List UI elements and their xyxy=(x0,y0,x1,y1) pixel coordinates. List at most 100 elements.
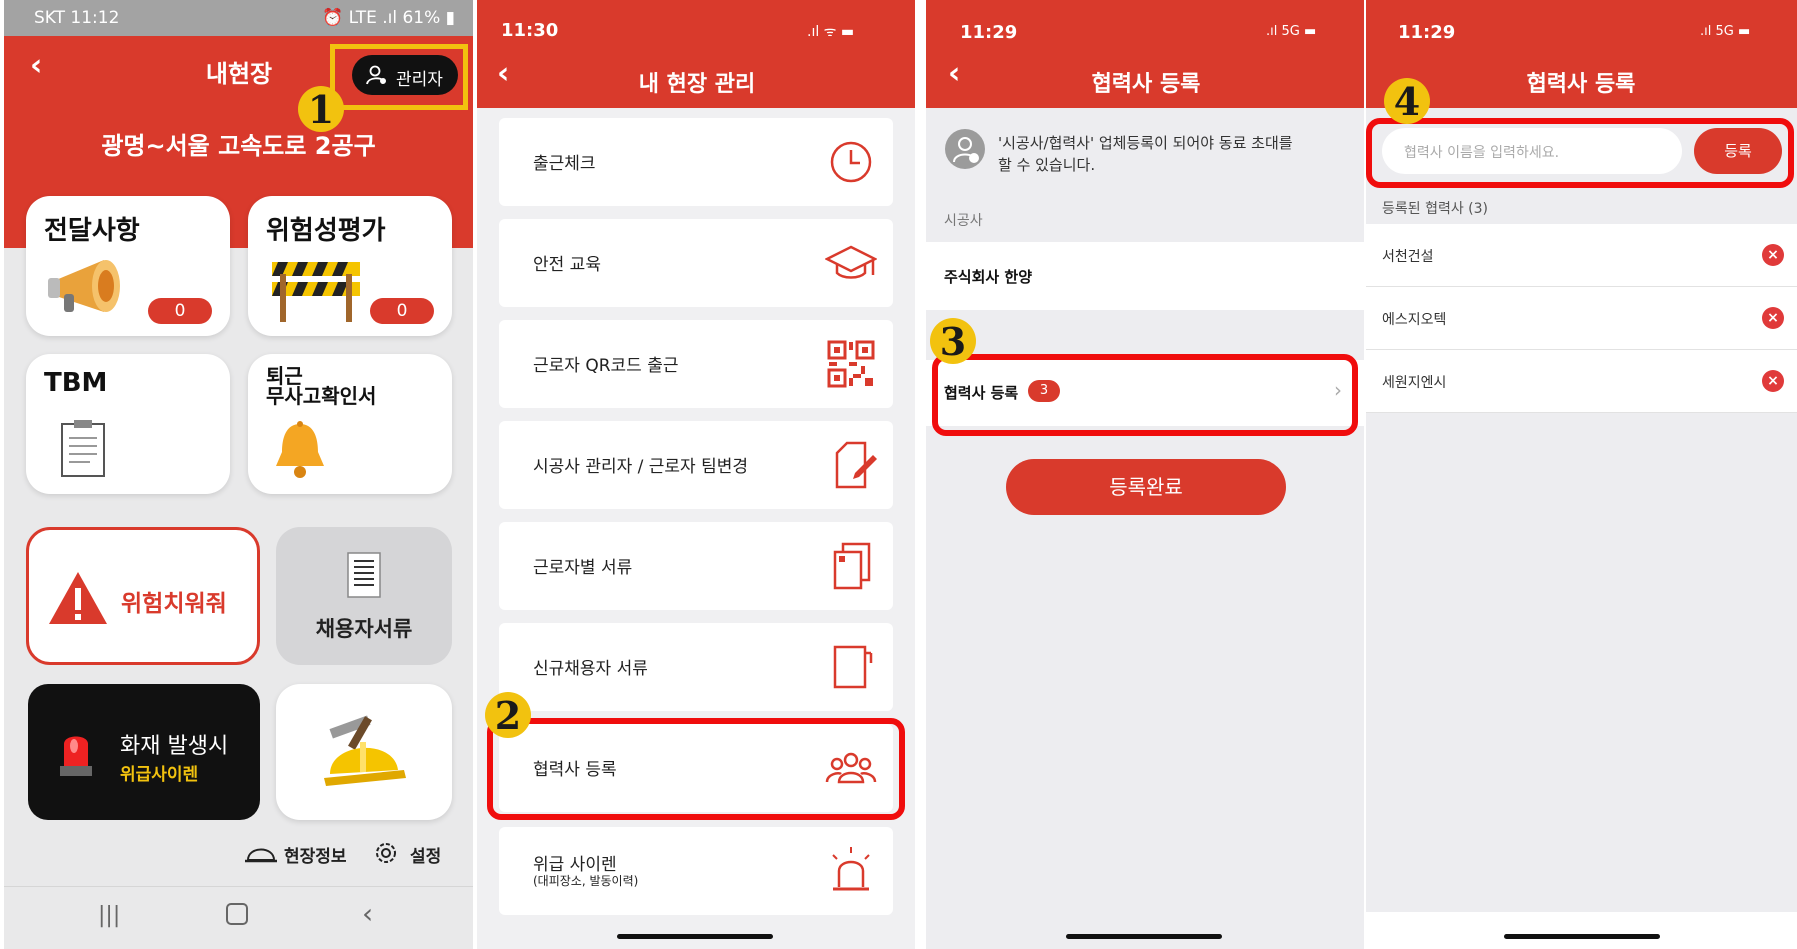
status-icons: .ıl ᯤ ▬ xyxy=(807,24,855,40)
company-name: 주식회사 한양 xyxy=(944,268,1033,286)
status-time: 11:30 xyxy=(501,20,559,41)
step-3-badge: 3 xyxy=(930,318,976,364)
helmet-tools-icon xyxy=(324,715,406,786)
section-label: 시공사 xyxy=(944,213,983,229)
fire-line2: 위급사이렌 xyxy=(120,765,199,785)
notice-title: 전달사항 xyxy=(44,216,140,246)
menu-worker-docs[interactable]: 근로자별 서류 xyxy=(499,522,893,610)
bell-icon xyxy=(276,421,324,478)
page-title: 협력사 등록 xyxy=(1526,72,1636,97)
home-indicator xyxy=(1066,934,1222,939)
gear-icon xyxy=(376,843,396,863)
leave-title-line2: 무사고확인서 xyxy=(266,384,377,408)
menu-qr-checkout-label: 근로자 QR코드 출근 xyxy=(533,356,679,376)
screen-site-management: 11:30 .ıl ᯤ ▬ ‹ 내 현장 관리 출근체크 안전 교육 근로자 Q… xyxy=(477,0,915,949)
page-title: 내현장 xyxy=(205,60,273,88)
recents-icon[interactable]: ||| xyxy=(98,903,120,928)
home-indicator xyxy=(617,934,773,939)
risk-count: 0 xyxy=(370,298,434,324)
status-icons: .ıl 5G ▬ xyxy=(1266,24,1317,39)
status-carrier: SKT 11:12 xyxy=(34,8,120,28)
partner-item-name: 세원지엔시 xyxy=(1382,375,1447,391)
menu-new-hire-docs[interactable]: 신규채용자 서류 xyxy=(499,623,893,711)
menu-new-hire-docs-label: 신규채용자 서류 xyxy=(533,659,648,679)
partner-item: 에스지오텍 × xyxy=(1366,287,1797,350)
status-icons: .ıl 5G ▬ xyxy=(1700,24,1751,39)
status-bar: SKT 11:12 ⏰ LTE .ıl 61% ▮ xyxy=(4,0,473,36)
tbm-card[interactable]: TBM xyxy=(26,354,230,494)
tbm-title: TBM xyxy=(44,368,108,398)
menu-attendance[interactable]: 출근체크 xyxy=(499,118,893,206)
menu-worker-docs-label: 근로자별 서류 xyxy=(533,558,633,578)
info-text-line1: '시공사/협력사' 업체등록이 되어야 동료 초대를 xyxy=(998,134,1293,152)
admin-button[interactable]: 관리자 xyxy=(352,55,458,95)
back-icon[interactable]: ‹ xyxy=(948,56,960,91)
danger-report-label: 위험치워줘 xyxy=(121,591,227,617)
company-row: 주식회사 한양 xyxy=(926,242,1364,310)
siren-light-icon xyxy=(60,736,92,776)
step-2-badge: 2 xyxy=(485,692,531,738)
android-nav-bar: ||| ‹ xyxy=(4,886,473,949)
fire-siren-button[interactable]: 화재 발생시 위급사이렌 xyxy=(28,684,260,820)
fire-line1: 화재 발생시 xyxy=(120,734,229,759)
user-add-icon xyxy=(945,129,985,169)
partner-item: 세원지엔시 × xyxy=(1366,350,1797,413)
menu-emergency-siren[interactable]: 위급 사이렌 (대피장소, 발동이력) xyxy=(499,827,893,915)
screen-partner-register: 11:29 .ıl 5G ▬ ‹ 협력사 등록 '시공사/협력사' 업체등록이 … xyxy=(926,0,1364,949)
network-label: 5G xyxy=(1281,24,1300,39)
qr-code-icon xyxy=(827,340,875,388)
home-icon[interactable] xyxy=(226,903,248,925)
clock-icon xyxy=(830,141,872,183)
leave-title-line1: 퇴근 xyxy=(266,364,303,388)
partner-register-highlight xyxy=(487,718,905,820)
user-gear-icon xyxy=(366,65,386,85)
admin-label: 관리자 xyxy=(396,70,443,90)
partner-item: 서천건설 × xyxy=(1366,224,1797,287)
menu-qr-checkout[interactable]: 근로자 QR코드 출근 xyxy=(499,320,893,408)
status-time: 11:29 xyxy=(960,22,1018,43)
warning-icon xyxy=(49,572,107,624)
menu-team-change[interactable]: 시공사 관리자 / 근로자 팀변경 xyxy=(499,421,893,509)
clipboard-icon xyxy=(61,420,105,477)
info-text-line2: 할 수 있습니다. xyxy=(998,156,1096,174)
danger-report-button[interactable]: 위험치워줘 xyxy=(26,527,260,665)
notice-count: 0 xyxy=(148,298,212,324)
done-button[interactable]: 등록완료 xyxy=(1006,459,1286,515)
menu-emergency-siren-sub: (대피장소, 발동이력) xyxy=(533,874,639,888)
delete-icon[interactable]: × xyxy=(1762,244,1784,266)
screen-partner-list: 11:29 .ıl 5G ▬ 협력사 등록 협력사 이름을 입력하세요. 등록 … xyxy=(1366,0,1797,949)
back-icon[interactable]: ‹ xyxy=(497,56,509,91)
hire-docs-button[interactable]: 채용자서류 xyxy=(276,527,452,665)
status-right: ⏰ LTE .ıl 61% ▮ xyxy=(322,8,456,28)
list-label: 등록된 협력사 (3) xyxy=(1382,201,1489,217)
menu-team-change-label: 시공사 관리자 / 근로자 팀변경 xyxy=(533,457,749,477)
step-4-badge: 4 xyxy=(1384,78,1430,124)
edit-document-icon xyxy=(835,441,877,489)
delete-icon[interactable]: × xyxy=(1762,370,1784,392)
safety-gear-button[interactable] xyxy=(276,684,452,820)
notice-card[interactable]: 전달사항 0 xyxy=(26,196,230,336)
home-indicator xyxy=(1504,934,1660,939)
megaphone-icon xyxy=(48,260,120,312)
leave-confirm-card[interactable]: 퇴근 무사고확인서 xyxy=(248,354,452,494)
hire-docs-label: 채용자서류 xyxy=(315,617,413,641)
network-label: 5G xyxy=(1715,24,1734,39)
info-banner: '시공사/협력사' 업체등록이 되어야 동료 초대를 할 수 있습니다. xyxy=(926,108,1364,190)
risk-assessment-card[interactable]: 위험성평가 0 xyxy=(248,196,452,336)
partner-item-name: 에스지오텍 xyxy=(1382,312,1447,328)
leave-title: 퇴근 무사고확인서 xyxy=(266,366,376,406)
settings-label: 설정 xyxy=(410,847,442,867)
partner-item-name: 서천건설 xyxy=(1382,249,1434,265)
menu-attendance-label: 출근체크 xyxy=(533,154,596,174)
status-time: 11:29 xyxy=(1398,22,1456,43)
bottom-bar xyxy=(1366,912,1797,949)
graduation-cap-icon xyxy=(825,245,877,279)
barricade-icon xyxy=(272,262,360,322)
siren-icon xyxy=(832,847,870,891)
new-document-icon xyxy=(833,645,873,689)
back-icon[interactable]: ‹ xyxy=(30,48,42,83)
delete-icon[interactable]: × xyxy=(1762,307,1784,329)
back-nav-icon[interactable]: ‹ xyxy=(362,897,373,930)
menu-safety-education[interactable]: 안전 교육 xyxy=(499,219,893,307)
site-name: 광명~서울 고속도로 2공구 xyxy=(101,132,376,160)
